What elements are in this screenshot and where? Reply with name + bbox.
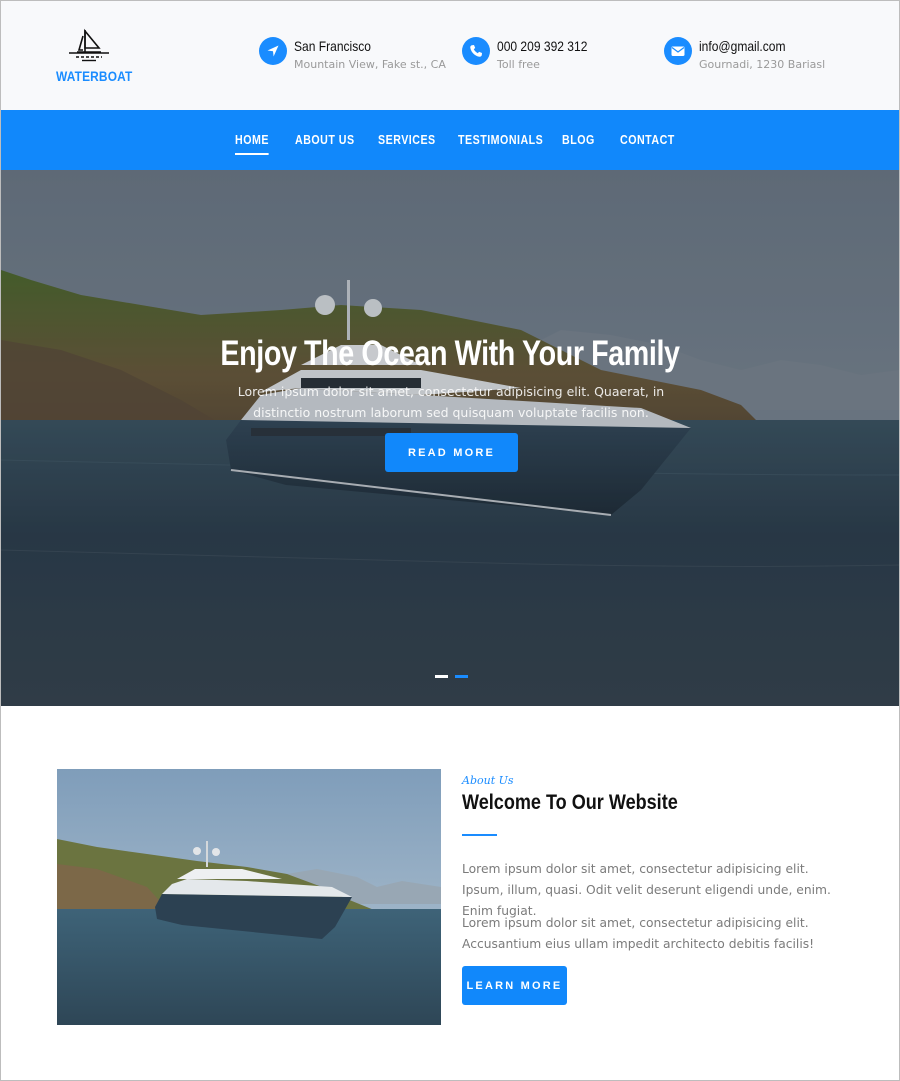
main-navigation: HOME ABOUT US SERVICES TESTIMONIALS BLOG… (1, 110, 899, 170)
contact-location-title: San Francisco (294, 38, 371, 54)
contact-email-address[interactable]: info@gmail.com (699, 38, 785, 54)
phone-icon (462, 37, 490, 65)
contact-email-subtitle: Gournadi, 1230 Bariasl (699, 58, 826, 71)
top-header: WATERBOAT San Francisco Mountain View, F… (1, 1, 899, 110)
nav-item-contact[interactable]: CONTACT (620, 132, 675, 147)
hero-subtitle: Lorem ipsum dolor sit amet, consectetur … (237, 384, 665, 420)
slider-pagination (435, 675, 468, 678)
brand-name: WATERBOAT (56, 68, 133, 84)
read-more-label: READ MORE (407, 446, 496, 459)
slide-dot-2[interactable] (455, 675, 468, 678)
about-title: Welcome To Our Website (462, 791, 678, 814)
read-more-button[interactable]: READ MORE (385, 433, 518, 472)
nav-item-services[interactable]: SERVICES (378, 132, 436, 147)
contact-location-subtitle: Mountain View, Fake st., CA (294, 58, 446, 71)
nav-item-home[interactable]: HOME (235, 132, 270, 155)
envelope-icon (664, 37, 692, 65)
page-frame: WATERBOAT San Francisco Mountain View, F… (0, 0, 900, 1081)
learn-more-label: LEARN MORE (466, 979, 563, 992)
contact-phone-number[interactable]: 000 209 392 312 (497, 38, 587, 54)
location-arrow-icon (259, 37, 287, 65)
brand-logo[interactable]: WATERBOAT (56, 28, 132, 88)
hero-title: Enjoy The Ocean With Your Family (220, 334, 680, 373)
learn-more-button[interactable]: LEARN MORE (462, 966, 567, 1005)
nav-item-blog[interactable]: BLOG (562, 132, 595, 147)
nav-item-about-us[interactable]: ABOUT US (295, 132, 355, 147)
slide-dot-1[interactable] (435, 675, 448, 678)
hero-slider: Enjoy The Ocean With Your Family Lorem i… (1, 170, 899, 706)
about-kicker: About Us (462, 774, 514, 787)
about-image (57, 769, 441, 1025)
contact-phone-subtitle: Toll free (497, 58, 540, 71)
about-paragraph-2: Lorem ipsum dolor sit amet, consectetur … (462, 916, 815, 951)
sailboat-icon (69, 28, 109, 62)
nav-item-testimonials[interactable]: TESTIMONIALS (458, 132, 543, 147)
title-underline (462, 834, 497, 836)
